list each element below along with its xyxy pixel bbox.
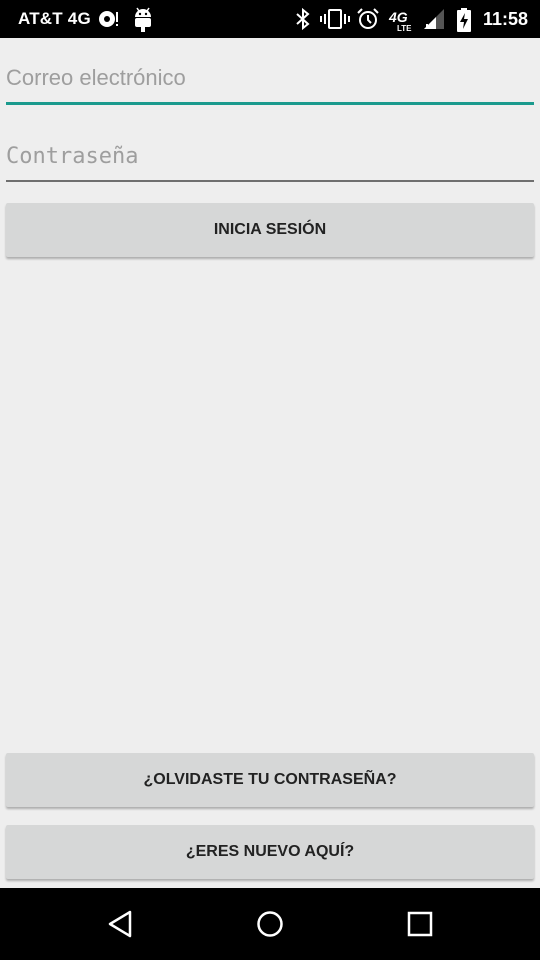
svg-text:4G: 4G (388, 9, 408, 25)
battery-charging-icon (456, 7, 472, 38)
email-field-underline (6, 102, 534, 105)
svg-text:LTE: LTE (397, 24, 412, 33)
status-bar: AT&T 4G 4G LTE 11:58 (0, 0, 540, 38)
vibrate-icon (320, 7, 350, 36)
sync-icon (96, 7, 120, 36)
login-button[interactable]: INICIA SESIÓN (6, 203, 534, 257)
bluetooth-icon (294, 7, 312, 36)
back-icon[interactable] (96, 902, 144, 946)
password-field-underline (6, 180, 534, 182)
home-icon[interactable] (246, 902, 294, 946)
forgot-password-button[interactable]: ¿OLVIDASTE TU CONTRASEÑA? (6, 753, 534, 807)
recents-icon[interactable] (396, 902, 444, 946)
4g-lte-icon: 4G LTE (388, 7, 416, 38)
carrier-label: AT&T 4G (18, 9, 91, 28)
navigation-bar (0, 888, 540, 960)
clock: 11:58 (482, 9, 528, 29)
password-field[interactable] (6, 136, 534, 176)
email-field[interactable] (6, 58, 534, 98)
android-debug-icon (132, 7, 154, 38)
alarm-icon (356, 7, 380, 36)
new-user-button[interactable]: ¿ERES NUEVO AQUÍ? (6, 825, 534, 879)
signal-icon (422, 7, 446, 36)
login-screen: AT&T 4G 4G LTE 11:58 Correo electrónico … (0, 0, 540, 960)
